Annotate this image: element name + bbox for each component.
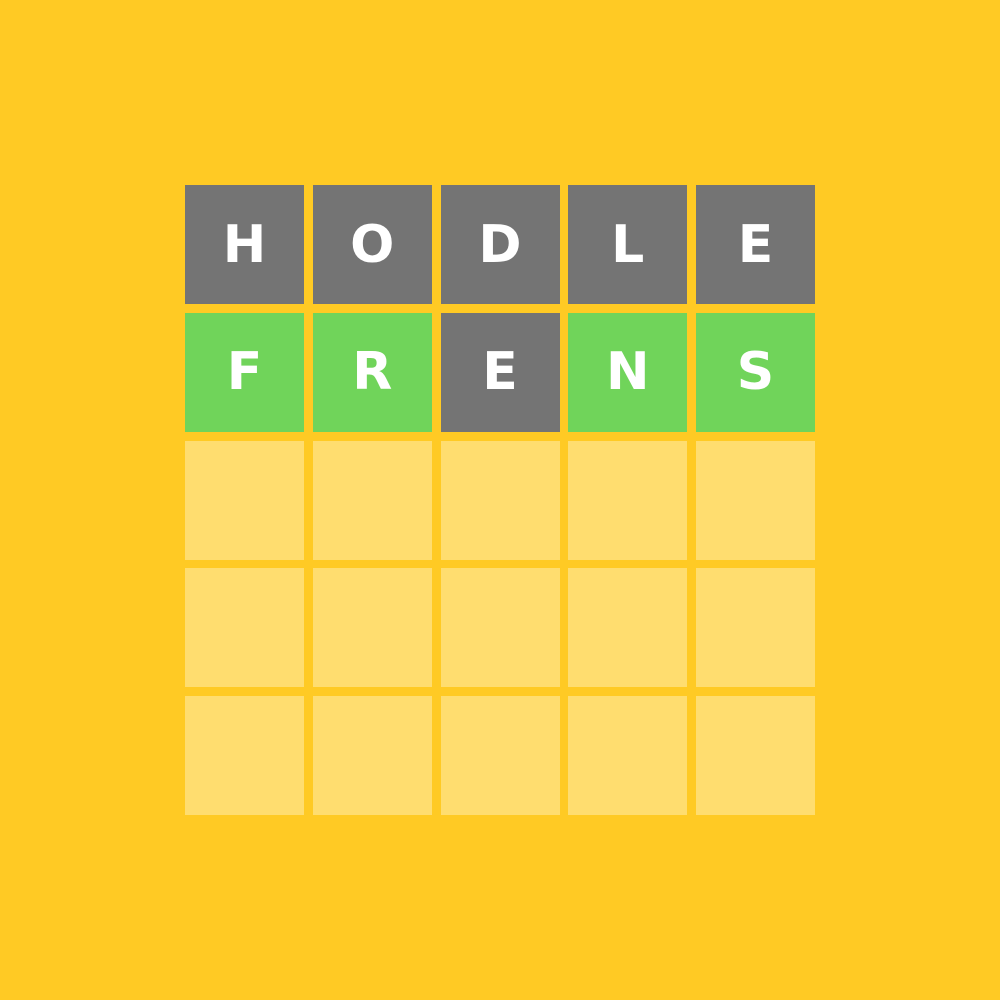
game-screen: { "colors": { "background": "#FFCA24", "… <box>0 0 1000 1000</box>
game-board: H O D L E F R E N S <box>185 185 815 815</box>
tile-r2-c1: F <box>185 312 304 432</box>
tile-r5-c2 <box>312 696 432 815</box>
tile-r2-c2: R <box>312 312 432 432</box>
tile-r5-c1 <box>185 696 304 815</box>
tile-r3-c5 <box>696 440 815 560</box>
tile-r2-c4: N <box>568 312 688 432</box>
tile-r2-c3: E <box>440 312 560 432</box>
tile-r4-c3 <box>440 568 560 688</box>
tile-r3-c2 <box>312 440 432 560</box>
tile-r4-c1 <box>185 568 304 688</box>
tile-r5-c3 <box>440 696 560 815</box>
tile-r4-c5 <box>696 568 815 688</box>
tile-r3-c4 <box>568 440 688 560</box>
tile-r5-c4 <box>568 696 688 815</box>
tile-r4-c2 <box>312 568 432 688</box>
tile-r1-c3: D <box>440 185 560 304</box>
tile-r2-c5: S <box>696 312 815 432</box>
tile-r1-c4: L <box>568 185 688 304</box>
tile-r4-c4 <box>568 568 688 688</box>
tile-r1-c5: E <box>696 185 815 304</box>
tile-r3-c3 <box>440 440 560 560</box>
tile-r3-c1 <box>185 440 304 560</box>
tile-r1-c2: O <box>312 185 432 304</box>
tile-r5-c5 <box>696 696 815 815</box>
tile-r1-c1: H <box>185 185 304 304</box>
